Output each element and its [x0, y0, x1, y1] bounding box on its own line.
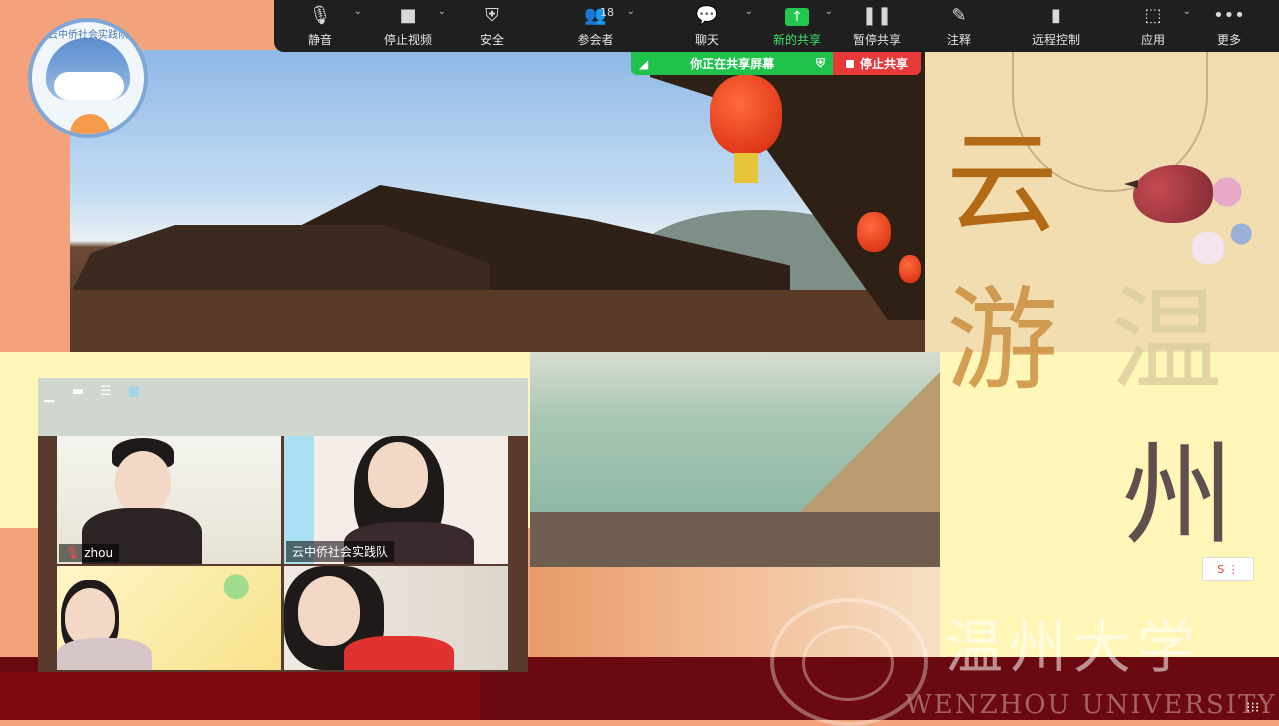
covered-bridge-photo [70, 50, 925, 368]
slide-left-margin-lower [0, 528, 38, 658]
title-char-wen: 温 [1110, 276, 1222, 406]
chevron-down-icon[interactable]: ⌄ [1183, 6, 1191, 17]
participant-name-tag: 云中侨社会实践队 [286, 541, 395, 562]
lantern-tassel [734, 153, 758, 183]
stop-video-button[interactable]: ■ ⌄ 停止视频 [366, 0, 450, 52]
more-dots-icon: ••• [1213, 5, 1245, 26]
pencil-icon: ✎ [951, 5, 967, 26]
title-char-yun: 云 [946, 119, 1058, 249]
participant-name-tag: 🎙 zhou [59, 544, 120, 562]
video-tile[interactable]: 云中侨社会实践队 [284, 436, 508, 564]
remote-control-label: 远程控制 [1031, 33, 1080, 47]
university-name-en: WENZHOU UNIVERSITY [905, 690, 1277, 720]
mouse-icon: ▮ [1051, 5, 1061, 26]
meeting-toolbar: 🎙 ⌄ 静音 ■ ⌄ 停止视频 ⛨ 安全 👥 18 ⌄ 参会者 💬 ⌄ 聊天 ↑… [274, 0, 1279, 52]
participant-shirt [57, 638, 152, 670]
pin-icon: ◢ [639, 56, 649, 71]
pause-share-button[interactable]: ❚❚ 暂停共享 [837, 0, 917, 52]
sharing-status-text: 你正在共享屏幕 [690, 57, 775, 71]
microphone-icon: 🎙 [308, 5, 332, 26]
mute-label: 静音 [307, 33, 332, 47]
video-gallery: ▁ ▬ ☰ ▦ 🎙 zhou 云中侨社会实践队 [38, 378, 528, 672]
mute-button[interactable]: 🎙 ⌄ 静音 [274, 0, 366, 52]
stop-share-label: 停止共享 [859, 57, 908, 71]
chevron-down-icon[interactable]: ⌄ [745, 6, 753, 17]
university-name-cn: 温州大学 [945, 613, 1202, 681]
chevron-down-icon[interactable]: ⌄ [825, 6, 833, 17]
minimize-icon[interactable]: ▁ [44, 388, 54, 403]
bird-illustration [1133, 165, 1213, 223]
university-footer-accent [0, 672, 480, 720]
gallery-header: ▁ ▬ ☰ ▦ [38, 378, 528, 436]
pause-icon: ❚❚ [861, 5, 893, 26]
stop-video-label: 停止视频 [383, 33, 432, 47]
participant-face [115, 451, 171, 513]
participant-name: zhou [84, 546, 114, 560]
chevron-down-icon[interactable]: ⌄ [438, 6, 446, 17]
team-logo: 云中侨社会实践队 [28, 18, 148, 138]
video-tile[interactable] [57, 566, 281, 670]
annotate-button[interactable]: ✎ 注释 [917, 0, 1001, 52]
new-share-label: 新的共享 [772, 33, 821, 47]
apps-icon: ⬚ [1144, 5, 1162, 26]
participant-count: 18 [600, 6, 614, 19]
red-lantern [710, 75, 782, 155]
video-tile[interactable]: 🎙 zhou [57, 436, 281, 564]
participant-shirt [344, 636, 454, 670]
title-char-you: 游 [946, 276, 1058, 406]
share-screen-icon: ↑ [785, 6, 809, 28]
chevron-down-icon[interactable]: ⌄ [354, 6, 362, 17]
participant-face [368, 442, 428, 508]
shield-icon: ⛨ [485, 5, 499, 26]
single-view-icon[interactable]: ▬ [72, 384, 84, 399]
red-lantern [899, 255, 921, 283]
university-seal-inner [802, 625, 894, 701]
team-logo-text: 云中侨社会实践队 [48, 30, 128, 41]
title-char-zhou: 州 [1122, 431, 1234, 561]
remote-control-button[interactable]: ▮ 远程控制 [1001, 0, 1111, 52]
input-method-icon[interactable]: S ⋮ [1202, 557, 1254, 581]
chevron-down-icon[interactable]: ⌄ [627, 6, 635, 17]
annotate-label: 注释 [946, 33, 971, 47]
new-share-button[interactable]: ↑ ⌄ 新的共享 [757, 0, 837, 52]
more-label: 更多 [1216, 33, 1241, 47]
video-camera-icon: ■ [399, 5, 417, 26]
participants-button[interactable]: 👥 18 ⌄ 参会者 [534, 0, 657, 52]
chat-bubble-icon: 💬 [695, 5, 719, 26]
muted-mic-icon: 🎙 [65, 546, 81, 560]
chat-button[interactable]: 💬 ⌄ 聊天 [657, 0, 757, 52]
participants-label: 参会者 [577, 33, 614, 47]
shield-check-icon: ⛨ [815, 56, 825, 70]
grid-view-icon[interactable]: ▦ [128, 384, 140, 399]
video-tile[interactable] [284, 566, 508, 670]
red-lantern [857, 212, 891, 252]
team-logo-cloud [54, 72, 124, 100]
sharing-status[interactable]: ◢ 你正在共享屏幕 ⛨ [631, 52, 833, 75]
security-button[interactable]: ⛨ 安全 [450, 0, 534, 52]
boat [800, 372, 940, 512]
stop-square-icon [845, 59, 854, 68]
apps-label: 应用 [1140, 33, 1165, 47]
river-strip [530, 512, 940, 567]
sharing-indicator: ◢ 你正在共享屏幕 ⛨ 停止共享 [631, 52, 921, 75]
strip-view-icon[interactable]: ☰ [100, 384, 112, 399]
river-photo [530, 352, 940, 512]
slide-dots: ⁝⁝⁝ [1246, 700, 1260, 716]
chat-label: 聊天 [694, 33, 719, 47]
more-button[interactable]: ••• 更多 [1195, 0, 1263, 52]
participant-face [298, 576, 360, 646]
team-logo-sun [70, 114, 110, 134]
stop-share-button[interactable]: 停止共享 [833, 52, 921, 75]
security-label: 安全 [479, 33, 504, 47]
participant-name: 云中侨社会实践队 [292, 545, 389, 559]
apps-button[interactable]: ⬚ ⌄ 应用 [1111, 0, 1195, 52]
pause-share-label: 暂停共享 [852, 33, 901, 47]
